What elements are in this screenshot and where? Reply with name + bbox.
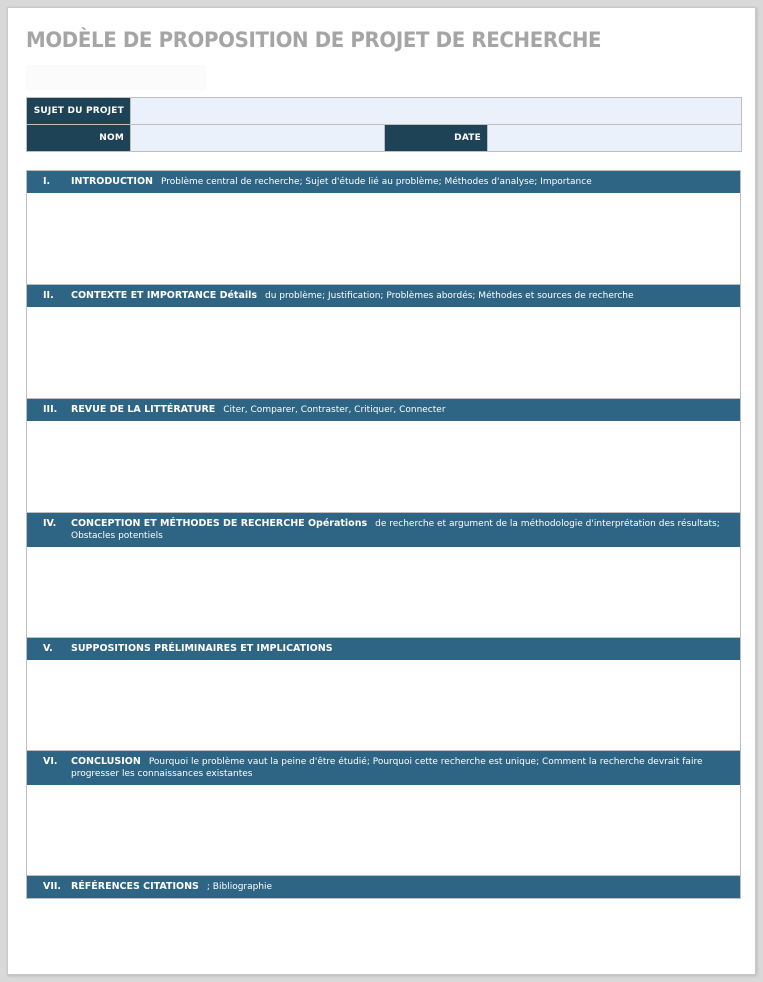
section-content-area[interactable] (27, 660, 740, 750)
section-header: IV. CONCEPTION ET MÉTHODES DE RECHERCHE … (27, 513, 740, 547)
section-number: II. (43, 290, 54, 301)
section-header: I. INTRODUCTION Problème central de reche… (27, 171, 740, 193)
project-subject-field[interactable] (129, 97, 743, 125)
section-description: Pourquoi le problème vaut la peine d'êtr… (71, 757, 703, 779)
section-content-area[interactable] (27, 785, 740, 875)
project-subject-row: SUJET DU PROJET (26, 97, 743, 125)
section-description: Citer, Comparer, Contraster, Critiquer, … (223, 405, 446, 415)
section-title: RÉFÉRENCES CITATIONS (71, 881, 199, 892)
name-date-row: NOM DATE (26, 124, 743, 152)
project-subject-label: SUJET DU PROJET (26, 97, 131, 125)
section-content-area[interactable] (27, 307, 740, 398)
section-number: V. (43, 643, 53, 654)
section-title: INTRODUCTION (71, 176, 153, 187)
section-preliminary-assumptions: V. SUPPOSITIONS PRÉLIMINAIRES ET IMPLICA… (26, 638, 741, 751)
section-header: V. SUPPOSITIONS PRÉLIMINAIRES ET IMPLICA… (27, 638, 740, 660)
date-field[interactable] (486, 124, 743, 152)
date-label: DATE (384, 124, 488, 152)
section-conclusion: VI. CONCLUSION Pourquoi le problème vaut … (26, 751, 741, 876)
section-context-importance: II. CONTEXTE ET IMPORTANCE Détails du pro… (26, 285, 741, 399)
section-title: CONTEXTE ET IMPORTANCE Détails (71, 290, 258, 301)
proposal-sections: I. INTRODUCTION Problème central de reche… (26, 170, 741, 899)
section-number: I. (43, 176, 51, 187)
section-title: CONCEPTION ET MÉTHODES DE RECHERCHE Opér… (71, 518, 368, 529)
name-field[interactable] (130, 124, 385, 152)
section-header: VII. RÉFÉRENCES CITATIONS ; Bibliographie (27, 876, 740, 898)
subtitle-placeholder (26, 65, 206, 90)
section-description: du problème; Justification; Problèmes ab… (265, 291, 634, 301)
section-literature-review: III. REVUE DE LA LITTÉRATURE Citer, Compa… (26, 399, 741, 513)
section-header: II. CONTEXTE ET IMPORTANCE Détails du pro… (27, 285, 740, 307)
document-page: MODÈLE DE PROPOSITION DE PROJET DE RECHE… (7, 7, 756, 975)
section-title: CONCLUSION (71, 756, 141, 767)
section-number: VII. (43, 881, 62, 892)
section-content-area[interactable] (27, 421, 740, 512)
section-number: VI. (43, 756, 58, 767)
section-header: VI. CONCLUSION Pourquoi le problème vaut … (27, 751, 740, 785)
section-description: Problème central de recherche; Sujet d'é… (160, 177, 592, 187)
section-description: ; Bibliographie (206, 882, 273, 892)
document-title: MODÈLE DE PROPOSITION DE PROJET DE RECHE… (26, 28, 602, 53)
section-content-area[interactable] (27, 547, 740, 637)
section-introduction: I. INTRODUCTION Problème central de reche… (26, 170, 741, 285)
name-label: NOM (26, 124, 131, 152)
section-number: III. (43, 404, 58, 415)
project-info-table: SUJET DU PROJET NOM DATE (26, 97, 743, 152)
section-title: REVUE DE LA LITTÉRATURE (71, 404, 216, 415)
section-references: VII. RÉFÉRENCES CITATIONS ; Bibliographie (26, 876, 741, 899)
section-header: III. REVUE DE LA LITTÉRATURE Citer, Compa… (27, 399, 740, 421)
section-content-area[interactable] (27, 193, 740, 284)
section-title: SUPPOSITIONS PRÉLIMINAIRES ET IMPLICATIO… (71, 643, 333, 654)
section-number: IV. (43, 518, 57, 529)
section-research-design-methods: IV. CONCEPTION ET MÉTHODES DE RECHERCHE … (26, 513, 741, 638)
